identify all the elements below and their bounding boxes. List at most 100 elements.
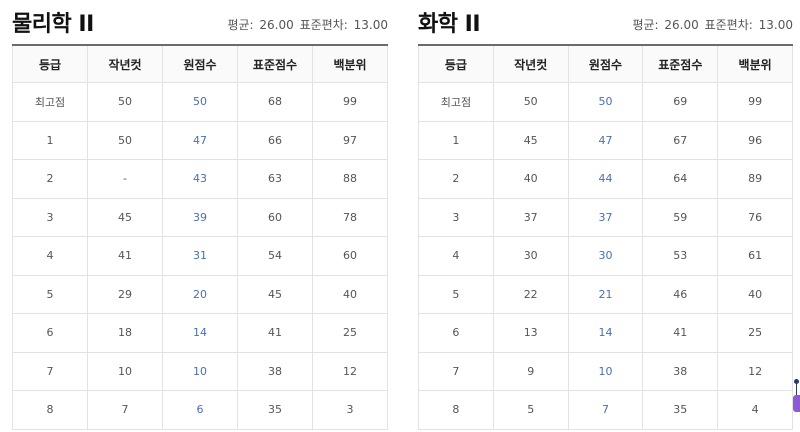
cell-standard-score: 35 bbox=[642, 390, 719, 430]
mean-value: 26.00 bbox=[664, 18, 699, 32]
cell-last-year-cut: 10 bbox=[87, 351, 163, 391]
cell-grade: 1 bbox=[418, 120, 494, 160]
cell-percentile: 96 bbox=[717, 120, 793, 160]
panel-stats: 평균: 26.00 표준편차: 13.00 bbox=[225, 16, 388, 33]
cell-grade: 8 bbox=[12, 390, 88, 430]
cell-standard-score: 69 bbox=[642, 82, 719, 122]
table-row: 7 10 10 38 12 bbox=[12, 351, 388, 391]
cell-last-year-cut: 37 bbox=[492, 197, 569, 237]
page: 물리학 II 평균: 26.00 표준편차: 13.00 등급 작년컷 원점수 … bbox=[0, 0, 800, 432]
cell-percentile: 89 bbox=[717, 159, 793, 199]
mean-value: 26.00 bbox=[259, 18, 294, 32]
cell-last-year-cut: 22 bbox=[492, 274, 569, 314]
header-standard-score: 표준점수 bbox=[237, 44, 313, 83]
cell-standard-score: 46 bbox=[642, 274, 719, 314]
cell-percentile: 25 bbox=[312, 313, 388, 353]
cell-standard-score: 45 bbox=[237, 274, 313, 314]
table-row: 4 30 30 53 61 bbox=[418, 236, 793, 276]
cell-standard-score: 38 bbox=[642, 351, 719, 391]
cell-grade: 7 bbox=[12, 351, 88, 391]
cell-last-year-cut: 50 bbox=[87, 120, 163, 160]
grade-table: 등급 작년컷 원점수 표준점수 백분위 최고점 50 50 69 99 1 45 47 67 96… bbox=[418, 44, 793, 430]
cell-percentile: 12 bbox=[717, 351, 793, 391]
cell-last-year-cut: 7 bbox=[87, 390, 163, 430]
cell-last-year-cut: 5 bbox=[492, 390, 569, 430]
table-row: 3 45 39 60 78 bbox=[12, 197, 388, 237]
cell-percentile: 40 bbox=[312, 274, 388, 314]
sd-label: 표준편차: bbox=[704, 18, 753, 32]
cell-grade: 7 bbox=[418, 351, 494, 391]
cell-raw-score: 47 bbox=[162, 120, 238, 160]
floating-widget-button[interactable] bbox=[793, 395, 800, 412]
physics-ii-panel: 물리학 II 평균: 26.00 표준편차: 13.00 등급 작년컷 원점수 … bbox=[12, 0, 388, 430]
header-percentile: 백분위 bbox=[312, 44, 388, 83]
cell-percentile: 78 bbox=[312, 197, 388, 237]
cell-standard-score: 67 bbox=[642, 120, 719, 160]
cell-raw-score: 31 bbox=[162, 236, 238, 276]
panel-header: 물리학 II 평균: 26.00 표준편차: 13.00 bbox=[12, 0, 388, 44]
cell-percentile: 99 bbox=[717, 82, 793, 122]
cell-raw-score: 10 bbox=[567, 351, 644, 391]
table-row: 7 9 10 38 12 bbox=[418, 351, 793, 391]
table-row: 6 13 14 41 25 bbox=[418, 313, 793, 353]
cell-last-year-cut: 18 bbox=[87, 313, 163, 353]
cell-raw-score: 39 bbox=[162, 197, 238, 237]
sd-value: 13.00 bbox=[353, 18, 388, 32]
panel-stats: 평균: 26.00 표준편차: 13.00 bbox=[630, 16, 793, 33]
mean-label: 평균: bbox=[632, 18, 659, 32]
cell-grade: 2 bbox=[418, 159, 494, 199]
cell-standard-score: 41 bbox=[237, 313, 313, 353]
cell-standard-score: 59 bbox=[642, 197, 719, 237]
table-row: 6 18 14 41 25 bbox=[12, 313, 388, 353]
cell-percentile: 88 bbox=[312, 159, 388, 199]
table-header-row: 등급 작년컷 원점수 표준점수 백분위 bbox=[418, 44, 793, 83]
cell-standard-score: 60 bbox=[237, 197, 313, 237]
cell-raw-score: 21 bbox=[567, 274, 644, 314]
cell-grade: 8 bbox=[418, 390, 494, 430]
cell-standard-score: 64 bbox=[642, 159, 719, 199]
panel-title: 물리학 II bbox=[12, 12, 94, 37]
cell-percentile: 25 bbox=[717, 313, 793, 353]
cell-standard-score: 38 bbox=[237, 351, 313, 391]
cell-raw-score: 50 bbox=[567, 82, 644, 122]
cell-percentile: 4 bbox=[717, 390, 793, 430]
cell-percentile: 61 bbox=[717, 236, 793, 276]
cell-last-year-cut: - bbox=[87, 159, 163, 199]
header-last-year-cut: 작년컷 bbox=[87, 44, 163, 83]
cell-raw-score: 14 bbox=[567, 313, 644, 353]
cell-standard-score: 41 bbox=[642, 313, 719, 353]
cell-raw-score: 44 bbox=[567, 159, 644, 199]
cell-last-year-cut: 13 bbox=[492, 313, 569, 353]
grade-table: 등급 작년컷 원점수 표준점수 백분위 최고점 50 50 68 99 1 50 47 66 97… bbox=[12, 44, 388, 430]
mean-label: 평균: bbox=[227, 18, 254, 32]
cell-raw-score: 14 bbox=[162, 313, 238, 353]
cell-last-year-cut: 41 bbox=[87, 236, 163, 276]
cell-raw-score: 50 bbox=[162, 82, 238, 122]
cell-standard-score: 53 bbox=[642, 236, 719, 276]
table-row: 8 7 6 35 3 bbox=[12, 390, 388, 430]
header-percentile: 백분위 bbox=[717, 44, 793, 83]
cell-grade: 4 bbox=[12, 236, 88, 276]
cell-grade: 5 bbox=[418, 274, 494, 314]
table-row: 1 50 47 66 97 bbox=[12, 120, 388, 160]
cell-grade: 4 bbox=[418, 236, 494, 276]
cell-raw-score: 43 bbox=[162, 159, 238, 199]
cell-grade: 6 bbox=[418, 313, 494, 353]
table-row: 3 37 37 59 76 bbox=[418, 197, 793, 237]
table-row: 5 29 20 45 40 bbox=[12, 274, 388, 314]
cell-percentile: 76 bbox=[717, 197, 793, 237]
cell-last-year-cut: 50 bbox=[492, 82, 569, 122]
floating-widget-line bbox=[796, 383, 797, 395]
cell-standard-score: 68 bbox=[237, 82, 313, 122]
table-row: 2-43 63 88 bbox=[12, 159, 388, 199]
cell-standard-score: 63 bbox=[237, 159, 313, 199]
cell-grade: 1 bbox=[12, 120, 88, 160]
cell-raw-score: 20 bbox=[162, 274, 238, 314]
cell-standard-score: 66 bbox=[237, 120, 313, 160]
table-row: 최고점 50 50 68 99 bbox=[12, 82, 388, 122]
cell-last-year-cut: 30 bbox=[492, 236, 569, 276]
panel-header: 화학 II 평균: 26.00 표준편차: 13.00 bbox=[418, 0, 793, 44]
cell-standard-score: 54 bbox=[237, 236, 313, 276]
cell-percentile: 60 bbox=[312, 236, 388, 276]
header-grade: 등급 bbox=[418, 44, 494, 83]
